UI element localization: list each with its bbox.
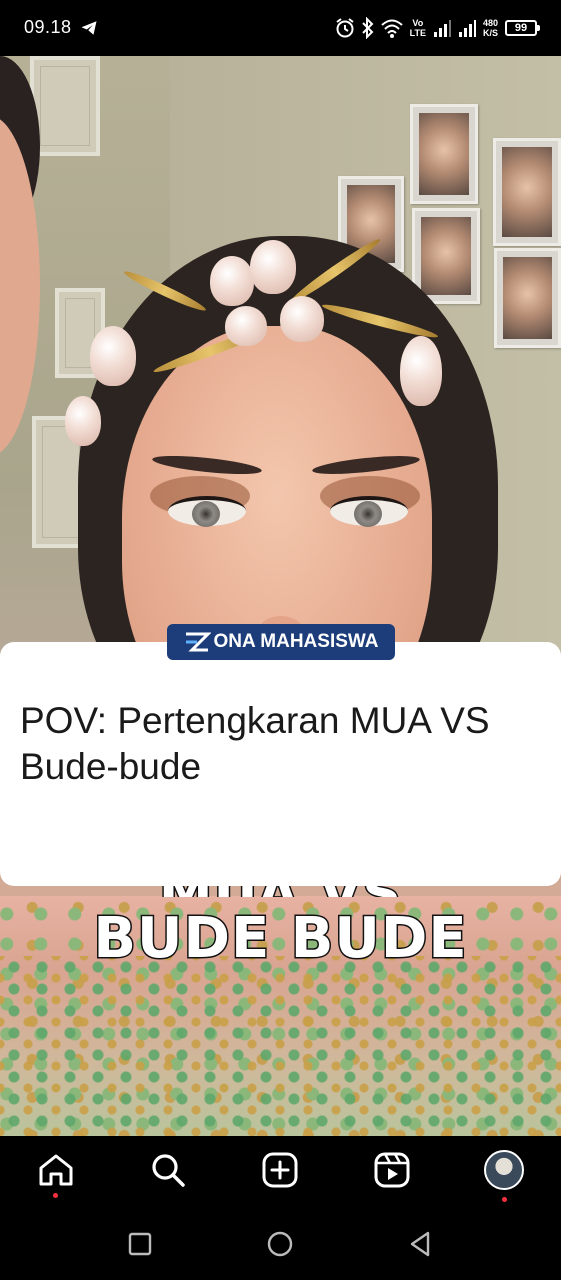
- status-bar: 09.18 Vo LTE 480 K/S 99: [0, 0, 561, 56]
- nav-reels[interactable]: [372, 1150, 412, 1190]
- account-badge-label: ONA MAHASISWA: [213, 631, 379, 652]
- home-circle-icon: [267, 1231, 293, 1257]
- signal-icon: [458, 20, 476, 37]
- system-home-button[interactable]: [264, 1228, 296, 1260]
- alarm-icon: [336, 18, 354, 38]
- recent-apps-button[interactable]: [124, 1228, 156, 1260]
- nav-create[interactable]: [260, 1150, 300, 1190]
- recent-apps-icon: [128, 1232, 152, 1256]
- signal-icon: [433, 20, 451, 37]
- wall-photo: [494, 248, 561, 348]
- telegram-icon: [81, 21, 97, 35]
- bottom-nav: [0, 1136, 561, 1208]
- zona-logo-icon: [186, 632, 212, 652]
- eye-left: [168, 496, 246, 527]
- home-icon: [39, 1154, 73, 1186]
- dress-gems: [0, 956, 561, 1136]
- network-speed: 480 K/S: [483, 18, 498, 38]
- profile-avatar: [484, 1150, 524, 1190]
- eye-right: [330, 496, 408, 527]
- reels-icon: [374, 1152, 410, 1188]
- wifi-icon: [380, 19, 403, 38]
- battery-level: 99: [514, 22, 528, 34]
- wall-certificate: [30, 56, 100, 156]
- network-speed-unit: K/S: [482, 28, 498, 38]
- wall-photo: [493, 138, 561, 246]
- nav-home[interactable]: [36, 1150, 76, 1190]
- account-badge[interactable]: ONA MAHASISWA: [167, 624, 395, 660]
- caption-card[interactable]: POV: Pertengkaran MUA VS Bude-bude: [0, 642, 561, 886]
- profile-notification-dot: [502, 1197, 507, 1202]
- create-post-icon: [262, 1152, 298, 1188]
- video-overlay-line2: BUDE BUDE: [92, 905, 468, 973]
- back-icon: [410, 1231, 430, 1257]
- flower-headpiece: [60, 226, 460, 486]
- battery-icon: 99: [505, 20, 540, 36]
- network-speed-value: 480: [482, 18, 498, 28]
- status-icons: Vo LTE 480 K/S 99: [335, 14, 540, 42]
- search-icon: [152, 1154, 185, 1187]
- bluetooth-icon: [361, 17, 374, 39]
- nav-profile[interactable]: [484, 1150, 524, 1190]
- post-video[interactable]: MUA VS BUDE BUDE: [0, 56, 561, 1136]
- system-nav-bar: [0, 1208, 561, 1280]
- home-active-dot: [53, 1193, 58, 1198]
- volte-label: Vo LTE: [409, 18, 426, 38]
- status-time: 09.18: [24, 17, 72, 37]
- back-button[interactable]: [404, 1228, 436, 1260]
- wall-photo: [410, 104, 478, 204]
- post-caption: POV: Pertengkaran MUA VS Bude-bude: [20, 700, 490, 787]
- nav-search[interactable]: [148, 1150, 188, 1190]
